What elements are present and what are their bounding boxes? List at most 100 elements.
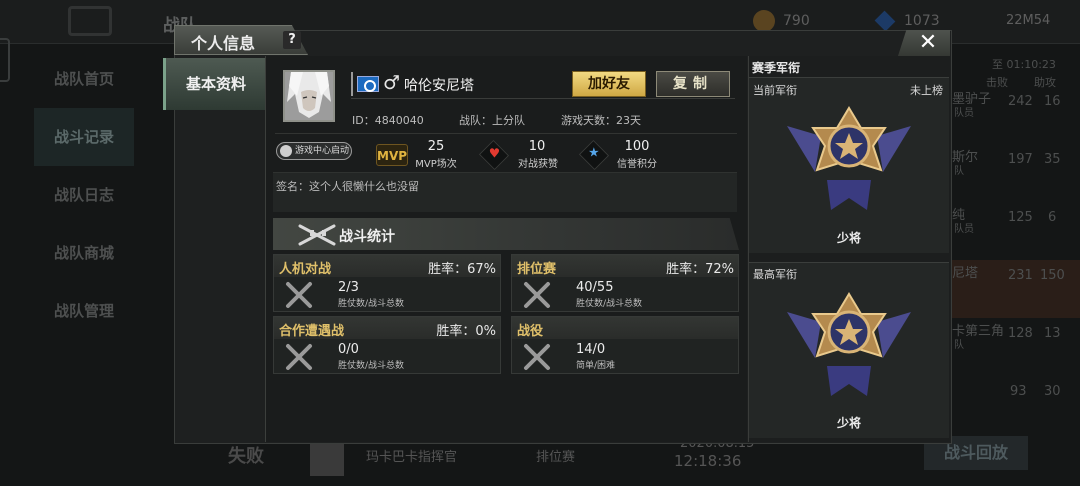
dialog-title: 个人信息 <box>191 34 256 53</box>
crossed-rifles-icon <box>298 224 336 246</box>
season-rank-title: 赛季军衔 <box>752 61 801 75</box>
crossed-swords-icon <box>524 344 550 370</box>
member-assists: 13 <box>1044 326 1061 341</box>
mvp-count: 25 <box>427 139 445 154</box>
crossed-swords-icon <box>286 282 312 308</box>
play-days: 游戏天数：23天 <box>561 114 641 127</box>
current-rank-label: 当前军衔 <box>753 84 797 97</box>
male-icon: ♂ <box>383 72 401 94</box>
side-menu-item[interactable]: 战队管理 <box>34 282 134 340</box>
card-value: 14/0 <box>576 342 606 357</box>
member-kills: 197 <box>1008 152 1033 167</box>
card-win-rate: 胜率：0% <box>436 324 496 339</box>
side-menu: 战队首页 战斗记录 战队日志 战队商城 战队管理 <box>34 50 134 340</box>
close-button[interactable]: ✕ <box>898 30 950 56</box>
current-rank-status: 未上榜 <box>910 84 943 97</box>
highest-rank-label: 最高军衔 <box>753 268 797 281</box>
member-name: 尼塔 <box>952 266 979 281</box>
member-sub: 队员 <box>954 108 974 119</box>
battle-stats-title: 战斗统计 <box>339 229 395 245</box>
member-kills: 125 <box>1008 210 1033 225</box>
card-win-rate: 胜率：72% <box>666 262 734 277</box>
card-value: 40/55 <box>576 280 614 295</box>
card-title: 战役 <box>517 324 544 339</box>
divider <box>351 98 735 99</box>
player-name: 哈伦安尼塔 <box>404 78 474 94</box>
player-team: 战队：上分队 <box>459 114 525 127</box>
stat-card-campaign: 战役 14/0 简单/困难 <box>511 316 739 374</box>
crossed-swords-icon <box>286 344 312 370</box>
member-row[interactable]: 卡第三角 队 128 13 <box>952 318 1080 376</box>
side-menu-item-active[interactable]: 战斗记录 <box>34 108 134 166</box>
battle-map: 玛卡巴卡指挥官 <box>366 450 458 465</box>
card-value: 2/3 <box>338 280 359 295</box>
player-id: ID：4840040 <box>352 114 424 127</box>
credit-score: 100 <box>624 139 650 154</box>
coin-count: 790 <box>783 13 810 29</box>
clock: 22M54 <box>1006 13 1051 28</box>
add-friend-button[interactable]: 加好友 <box>572 71 646 97</box>
likes-label: 对战获赞 <box>518 159 558 170</box>
screen: 战队 790 1073 22M54 战队首页 战斗记录 战队日志 战队商城 战队… <box>0 0 1080 486</box>
card-header <box>512 317 738 339</box>
card-caption: 简单/困难 <box>576 361 616 371</box>
battle-mode: 排位赛 <box>536 450 576 465</box>
member-list-header: 至 01:10:23 击败 助攻 <box>952 52 1080 89</box>
signature: 签名：这个人很懒什么也没留 <box>273 172 737 212</box>
card-win-rate: 胜率：67% <box>428 262 496 277</box>
member-assists: 30 <box>1044 384 1061 399</box>
major-general-badge-icon <box>787 106 911 210</box>
member-row[interactable]: 93 30 <box>952 376 1080 434</box>
gem-count: 1073 <box>904 13 940 29</box>
copy-button[interactable]: 复制 <box>656 71 730 97</box>
battle-record-row: 失败 玛卡巴卡指挥官 排位赛 2020.08.15 12:18:36 <box>228 436 948 486</box>
hexagon-icon <box>0 38 10 82</box>
credit-label: 信誉积分 <box>617 159 657 170</box>
region-flag-icon <box>357 76 379 92</box>
battle-avatar <box>310 440 344 476</box>
back-logo-icon[interactable] <box>68 6 112 36</box>
help-icon[interactable]: ? <box>283 31 301 49</box>
battle-time: 12:18:36 <box>674 452 742 470</box>
side-menu-item[interactable]: 战队日志 <box>34 166 134 224</box>
member-sub: 队 <box>954 340 964 351</box>
mvp-label: MVP场次 <box>415 159 457 170</box>
card-title: 排位赛 <box>517 262 557 277</box>
member-row[interactable]: 斯尔 队 197 35 <box>952 144 1080 202</box>
avatar[interactable] <box>283 70 335 122</box>
mvp-icon: MVP <box>376 144 408 166</box>
card-title: 人机对战 <box>279 262 332 277</box>
member-assists: 150 <box>1040 268 1065 283</box>
coin-icon <box>753 10 775 32</box>
member-assists: 16 <box>1044 94 1061 109</box>
major-general-badge-icon <box>787 292 911 396</box>
member-kills: 231 <box>1008 268 1033 283</box>
highest-rank-name: 少将 <box>836 416 861 430</box>
battle-result: 失败 <box>228 446 264 467</box>
game-center-badge[interactable]: 游戏中心启动 <box>276 142 352 160</box>
stat-card-ranked: 排位赛 胜率：72% 40/55 胜仗数/战斗总数 <box>511 254 739 312</box>
member-assists: 6 <box>1048 210 1057 225</box>
member-assists: 35 <box>1044 152 1061 167</box>
current-rank-name: 少将 <box>836 231 861 245</box>
stat-card-coop: 合作遭遇战 胜率：0% 0/0 胜仗数/战斗总数 <box>273 316 501 374</box>
avatar-portrait-icon <box>285 72 333 120</box>
member-sub: 队 <box>954 166 964 177</box>
countdown: 至 01:10:23 <box>992 58 1056 71</box>
member-row[interactable]: 墨驴子 队员 242 16 <box>952 86 1080 144</box>
side-menu-item[interactable]: 战队商城 <box>34 224 134 282</box>
likes-count: 10 <box>528 139 546 154</box>
member-row[interactable]: 尼塔 231 150 <box>952 260 1080 318</box>
tab-basic-info[interactable]: 基本资料 <box>163 58 266 110</box>
side-menu-item[interactable]: 战队首页 <box>34 50 134 108</box>
member-sub: 队员 <box>954 224 974 235</box>
crossed-swords-icon <box>524 282 550 308</box>
member-kills: 128 <box>1008 326 1033 341</box>
stat-card-pve: 人机对战 胜率：67% 2/3 胜仗数/战斗总数 <box>273 254 501 312</box>
card-caption: 胜仗数/战斗总数 <box>338 299 405 309</box>
card-value: 0/0 <box>338 342 359 357</box>
member-row[interactable]: 纯 队员 125 6 <box>952 202 1080 260</box>
member-kills: 242 <box>1008 94 1033 109</box>
member-kills: 93 <box>1010 384 1027 399</box>
divider <box>275 133 737 134</box>
